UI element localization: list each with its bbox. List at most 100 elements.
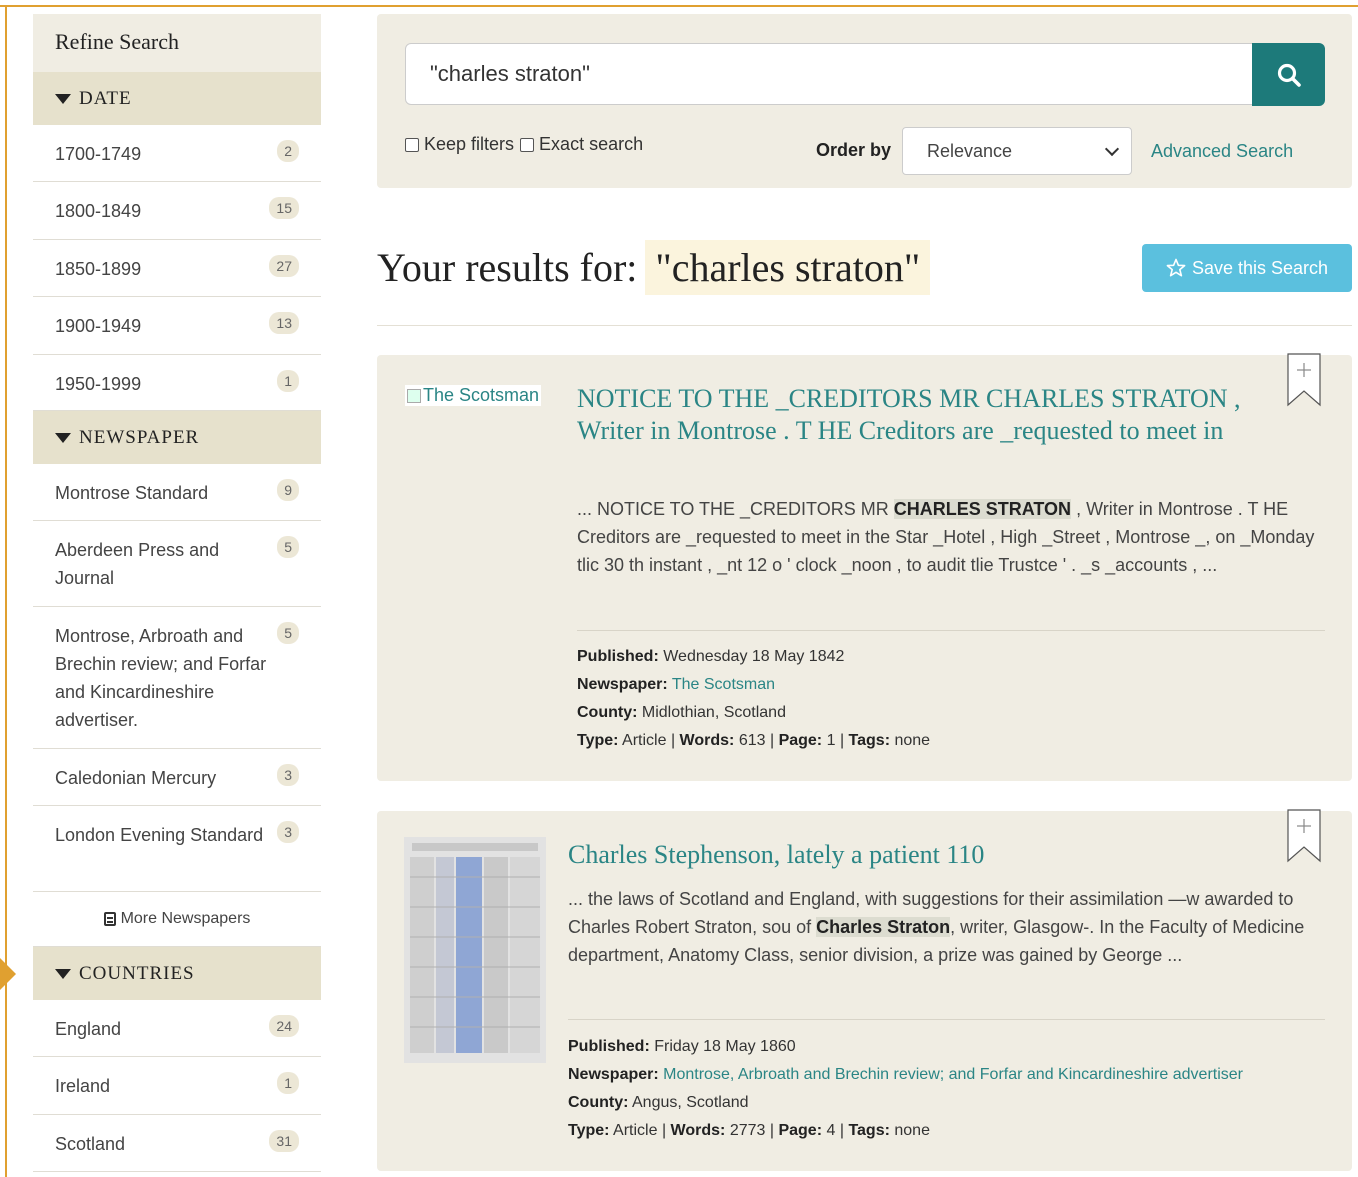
- published-date: Friday 18 May 1860: [654, 1038, 796, 1055]
- facet-item-date[interactable]: 1850-1899 27: [33, 240, 321, 297]
- newspaper-link[interactable]: Montrose, Arbroath and Brechin review; a…: [663, 1066, 1243, 1083]
- chevron-down-icon: [1104, 141, 1120, 157]
- facet-label: London Evening Standard: [55, 825, 264, 845]
- meta-label: Type:: [568, 1122, 610, 1139]
- bookmark-add-icon[interactable]: [1287, 353, 1321, 407]
- star-icon: [1166, 258, 1186, 277]
- facet-count-badge: 2: [277, 140, 299, 162]
- search-button[interactable]: [1252, 43, 1325, 106]
- facet-item-newspaper[interactable]: London Evening Standard 3: [33, 806, 321, 892]
- meta-divider: [568, 1019, 1325, 1020]
- facet-count-badge: 24: [269, 1015, 299, 1037]
- result-card: Charles Stephenson, lately a patient 110…: [377, 809, 1352, 1171]
- search-panel: "charles straton" Keep filters Exact sea…: [377, 14, 1352, 188]
- meta-label: County:: [577, 704, 638, 721]
- facet-label: Montrose, Arbroath and Brechin review; a…: [55, 626, 267, 730]
- exact-search-label[interactable]: Exact search: [539, 134, 643, 155]
- facet-heading-label: DATE: [79, 87, 132, 109]
- facet-count-badge: 5: [277, 536, 299, 558]
- tags-value: none: [894, 732, 931, 749]
- newspaper-link[interactable]: The Scotsman: [672, 676, 775, 693]
- order-by-select[interactable]: Relevance: [902, 127, 1132, 175]
- meta-label: Tags:: [848, 732, 891, 749]
- facet-count-badge: 27: [269, 255, 299, 277]
- advanced-search-link[interactable]: Advanced Search: [1151, 141, 1293, 162]
- result-title-link[interactable]: Charles Stephenson, lately a patient 110: [568, 839, 1268, 871]
- facet-label: Caledonian Mercury: [55, 768, 217, 788]
- bookmark-add-icon[interactable]: [1287, 809, 1321, 863]
- result-title-link[interactable]: NOTICE TO THE _CREDITORS MR CHARLES STRA…: [577, 383, 1267, 447]
- facet-item-country[interactable]: Ireland 1: [33, 1057, 321, 1115]
- facet-heading-countries[interactable]: COUNTRIES: [33, 947, 321, 1000]
- facet-item-newspaper[interactable]: Montrose Standard 9: [33, 464, 321, 521]
- facet-label: Ireland: [55, 1076, 111, 1096]
- county-value: Midlothian, Scotland: [641, 704, 786, 721]
- frame-border-top: [0, 5, 1358, 7]
- facet-count-badge: 9: [277, 479, 299, 501]
- save-search-button[interactable]: Save this Search: [1142, 244, 1352, 292]
- snippet-highlight: CHARLES STRATON: [893, 499, 1072, 519]
- type-value: Article: [613, 1122, 658, 1139]
- facet-label: Montrose Standard: [55, 483, 209, 503]
- facet-item-country[interactable]: Scotland 31: [33, 1115, 321, 1172]
- facet-heading-newspaper[interactable]: NEWSPAPER: [33, 411, 321, 464]
- caret-down-icon: [55, 93, 71, 104]
- facet-heading-date[interactable]: DATE: [33, 72, 321, 125]
- newspaper-page-thumbnail[interactable]: [404, 837, 546, 1063]
- search-input[interactable]: "charles straton": [405, 43, 1253, 105]
- words-value: 613: [738, 732, 766, 749]
- result-thumbnail[interactable]: The Scotsman: [405, 385, 542, 406]
- facet-label: Aberdeen Press and Journal: [55, 540, 220, 588]
- more-newspapers-link[interactable]: More Newspapers: [33, 892, 321, 947]
- snippet-highlight: Charles Straton: [816, 917, 951, 937]
- meta-label: Published:: [577, 648, 659, 665]
- facet-item-newspaper[interactable]: Montrose, Arbroath and Brechin review; a…: [33, 607, 321, 749]
- results-heading-label: Your results for:: [377, 245, 638, 290]
- facet-item-newspaper[interactable]: Caledonian Mercury 3: [33, 749, 321, 806]
- exact-search-checkbox[interactable]: [520, 137, 535, 152]
- meta-divider: [577, 630, 1325, 631]
- results-heading: Your results for: "charles straton": [377, 240, 931, 295]
- thumbnail-alt-text: The Scotsman: [423, 385, 540, 405]
- facet-label: 1850-1899: [55, 259, 142, 279]
- meta-label: Page:: [778, 732, 823, 749]
- facet-count-badge: 13: [269, 312, 299, 334]
- facet-count-badge: 3: [277, 821, 299, 843]
- keep-filters-checkbox[interactable]: [405, 137, 419, 152]
- meta-label: Type:: [577, 732, 619, 749]
- result-meta: Published: Friday 18 May 1860 Newspaper:…: [568, 1038, 1244, 1139]
- meta-label: Newspaper:: [568, 1066, 659, 1083]
- words-value: 2773: [729, 1122, 766, 1139]
- facet-item-date[interactable]: 1800-1849 15: [33, 182, 321, 240]
- facet-label: 1700-1749: [55, 144, 142, 164]
- result-snippet: ... NOTICE TO THE _CREDITORS MR CHARLES …: [577, 495, 1327, 579]
- facet-label: 1950-1999: [55, 374, 142, 394]
- frame-arrow-marker: [0, 958, 16, 990]
- meta-label: Words:: [679, 732, 735, 749]
- meta-label: Page:: [778, 1122, 823, 1139]
- facet-label: 1900-1949: [55, 316, 142, 336]
- meta-label: Tags:: [848, 1122, 890, 1139]
- snippet-text: ... NOTICE TO THE _CREDITORS MR: [577, 499, 894, 519]
- facet-item-country[interactable]: England 24: [33, 1000, 321, 1057]
- newspaper-page-image: [404, 837, 546, 1063]
- facet-count-badge: 1: [277, 1072, 299, 1094]
- facet-item-date[interactable]: 1950-1999 1: [33, 355, 321, 411]
- type-value: Article: [622, 732, 667, 749]
- order-by-value: Relevance: [927, 141, 1013, 161]
- published-date: Wednesday 18 May 1842: [663, 648, 845, 665]
- tags-value: none: [894, 1122, 930, 1139]
- save-search-label: Save this Search: [1191, 257, 1329, 278]
- result-snippet: ... the laws of Scotland and England, wi…: [568, 885, 1328, 969]
- refine-search-title: Refine Search: [33, 14, 321, 72]
- search-options: Keep filters Exact search: [405, 134, 643, 155]
- facet-item-date[interactable]: 1900-1949 13: [33, 297, 321, 355]
- meta-label: County:: [568, 1094, 629, 1111]
- facet-label: Scotland: [55, 1134, 126, 1154]
- meta-label: Newspaper:: [577, 676, 668, 693]
- refine-sidebar: Refine Search DATE 1700-1749 2 1800-1849…: [33, 14, 321, 1172]
- facet-item-newspaper[interactable]: Aberdeen Press and Journal 5: [33, 521, 321, 607]
- facet-item-date[interactable]: 1700-1749 2: [33, 125, 321, 182]
- keep-filters-label[interactable]: Keep filters: [424, 134, 514, 155]
- facet-count-badge: 3: [277, 764, 299, 786]
